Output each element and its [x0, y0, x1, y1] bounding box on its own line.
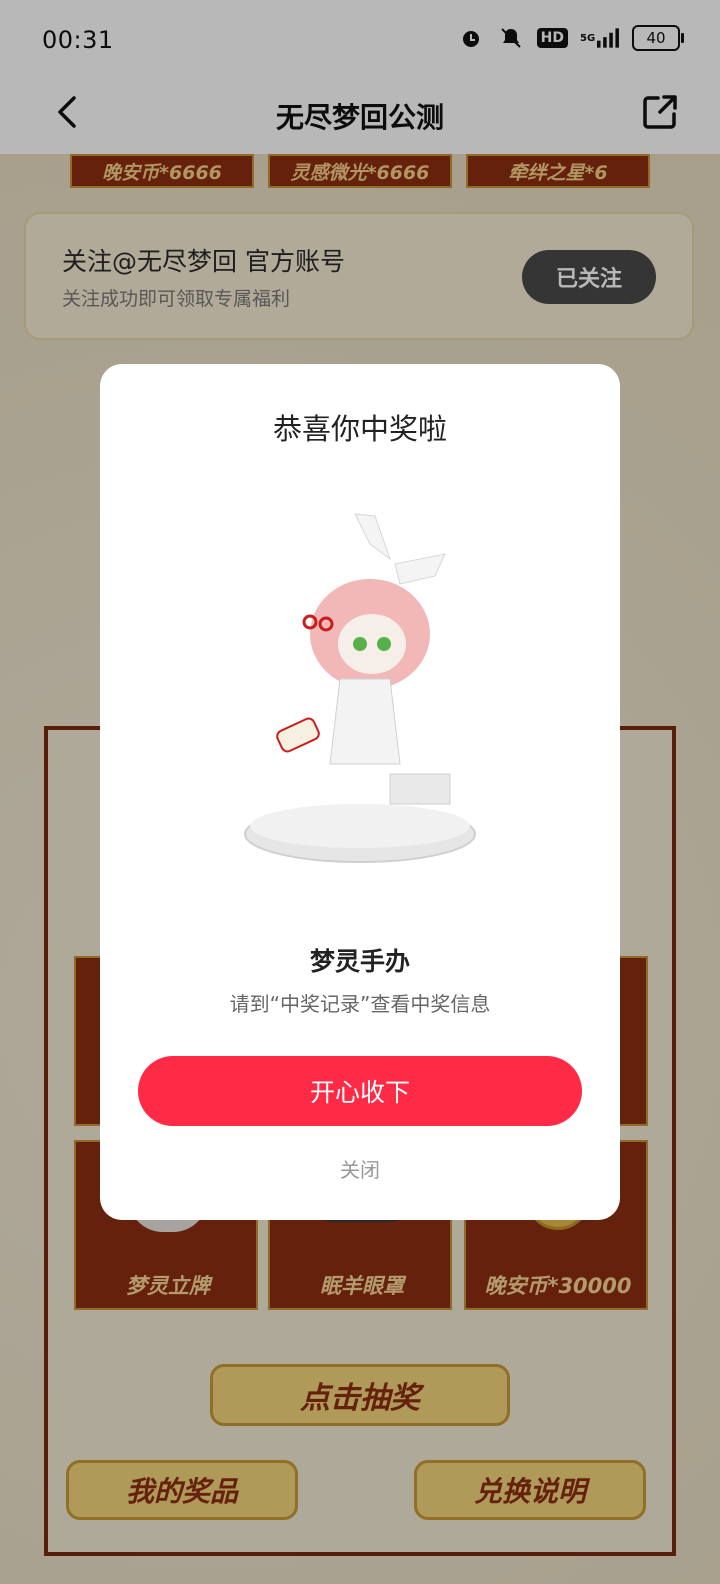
figure-image: [220, 504, 500, 884]
accept-button[interactable]: 开心收下: [138, 1056, 582, 1126]
prize-hint: 请到“中奖记录”查看中奖信息: [229, 992, 491, 1016]
prize-name: 梦灵手办: [309, 947, 410, 976]
close-link[interactable]: 关闭: [100, 1154, 620, 1183]
prize-modal: 恭喜你中奖啦 梦灵手办 请到“中奖记录”查看中奖信息 开心收下 关闭: [100, 364, 620, 1220]
modal-title: 恭喜你中奖啦: [272, 412, 447, 446]
